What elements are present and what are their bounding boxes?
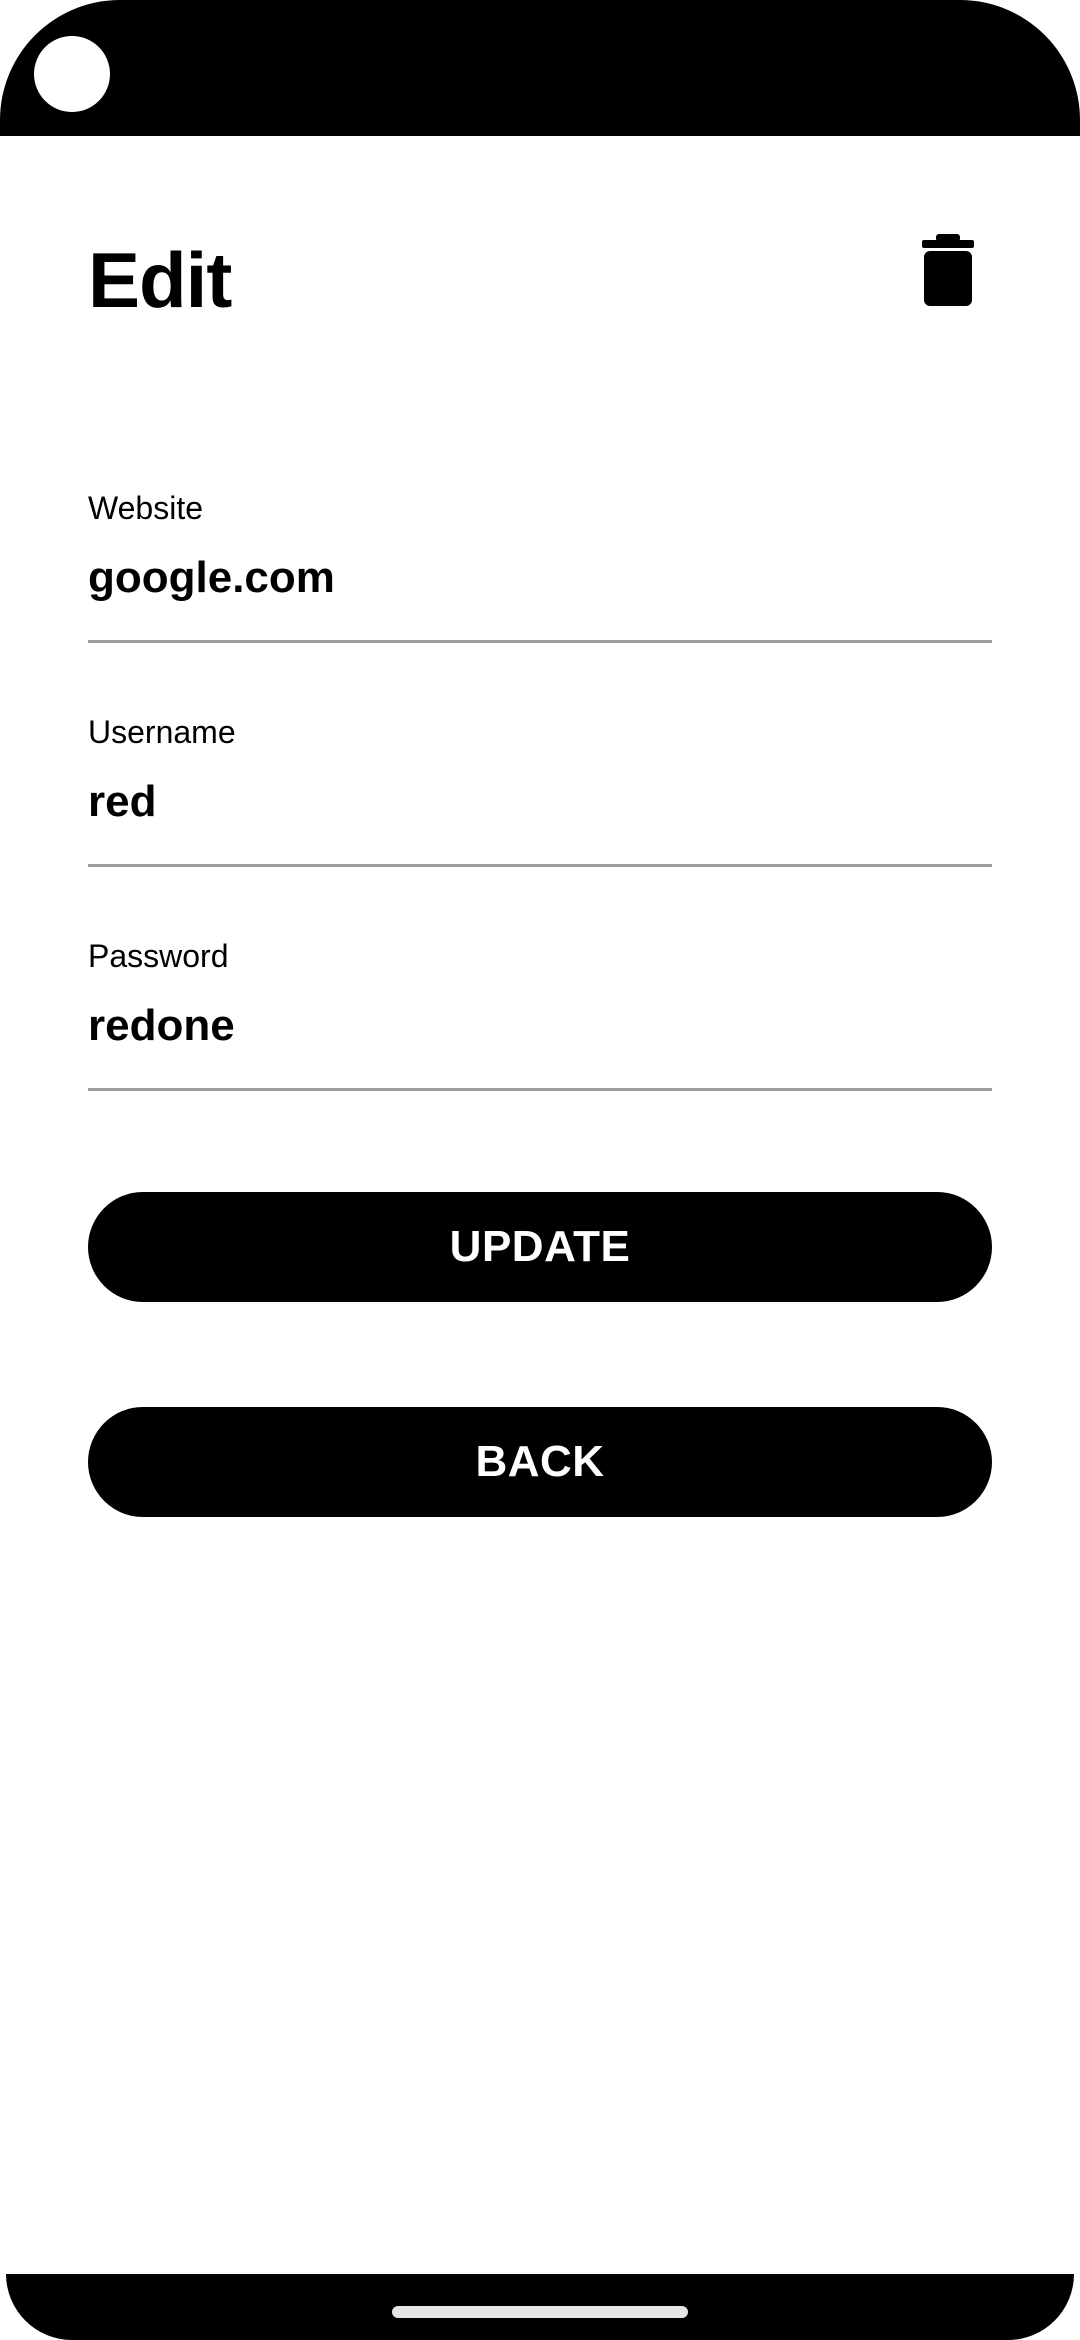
back-button[interactable]: BACK (88, 1407, 992, 1517)
password-label: Password (88, 938, 229, 974)
trash-icon (922, 234, 974, 306)
camera-cutout (34, 36, 110, 112)
username-input[interactable] (88, 766, 992, 838)
password-field: Password (88, 936, 992, 1096)
status-bar (0, 0, 1080, 136)
website-input[interactable] (88, 542, 992, 614)
update-button[interactable]: UPDATE (88, 1192, 992, 1302)
website-field: Website (88, 488, 992, 648)
delete-button[interactable] (908, 220, 988, 316)
password-input[interactable] (88, 990, 992, 1062)
page-title: Edit (88, 236, 232, 324)
website-label: Website (88, 490, 204, 526)
username-underline (88, 864, 992, 867)
website-underline (88, 640, 992, 643)
home-indicator[interactable] (392, 2306, 688, 2318)
username-field: Username (88, 712, 992, 872)
password-underline (88, 1088, 992, 1091)
navigation-bar (6, 2274, 1074, 2340)
username-label: Username (88, 714, 236, 750)
